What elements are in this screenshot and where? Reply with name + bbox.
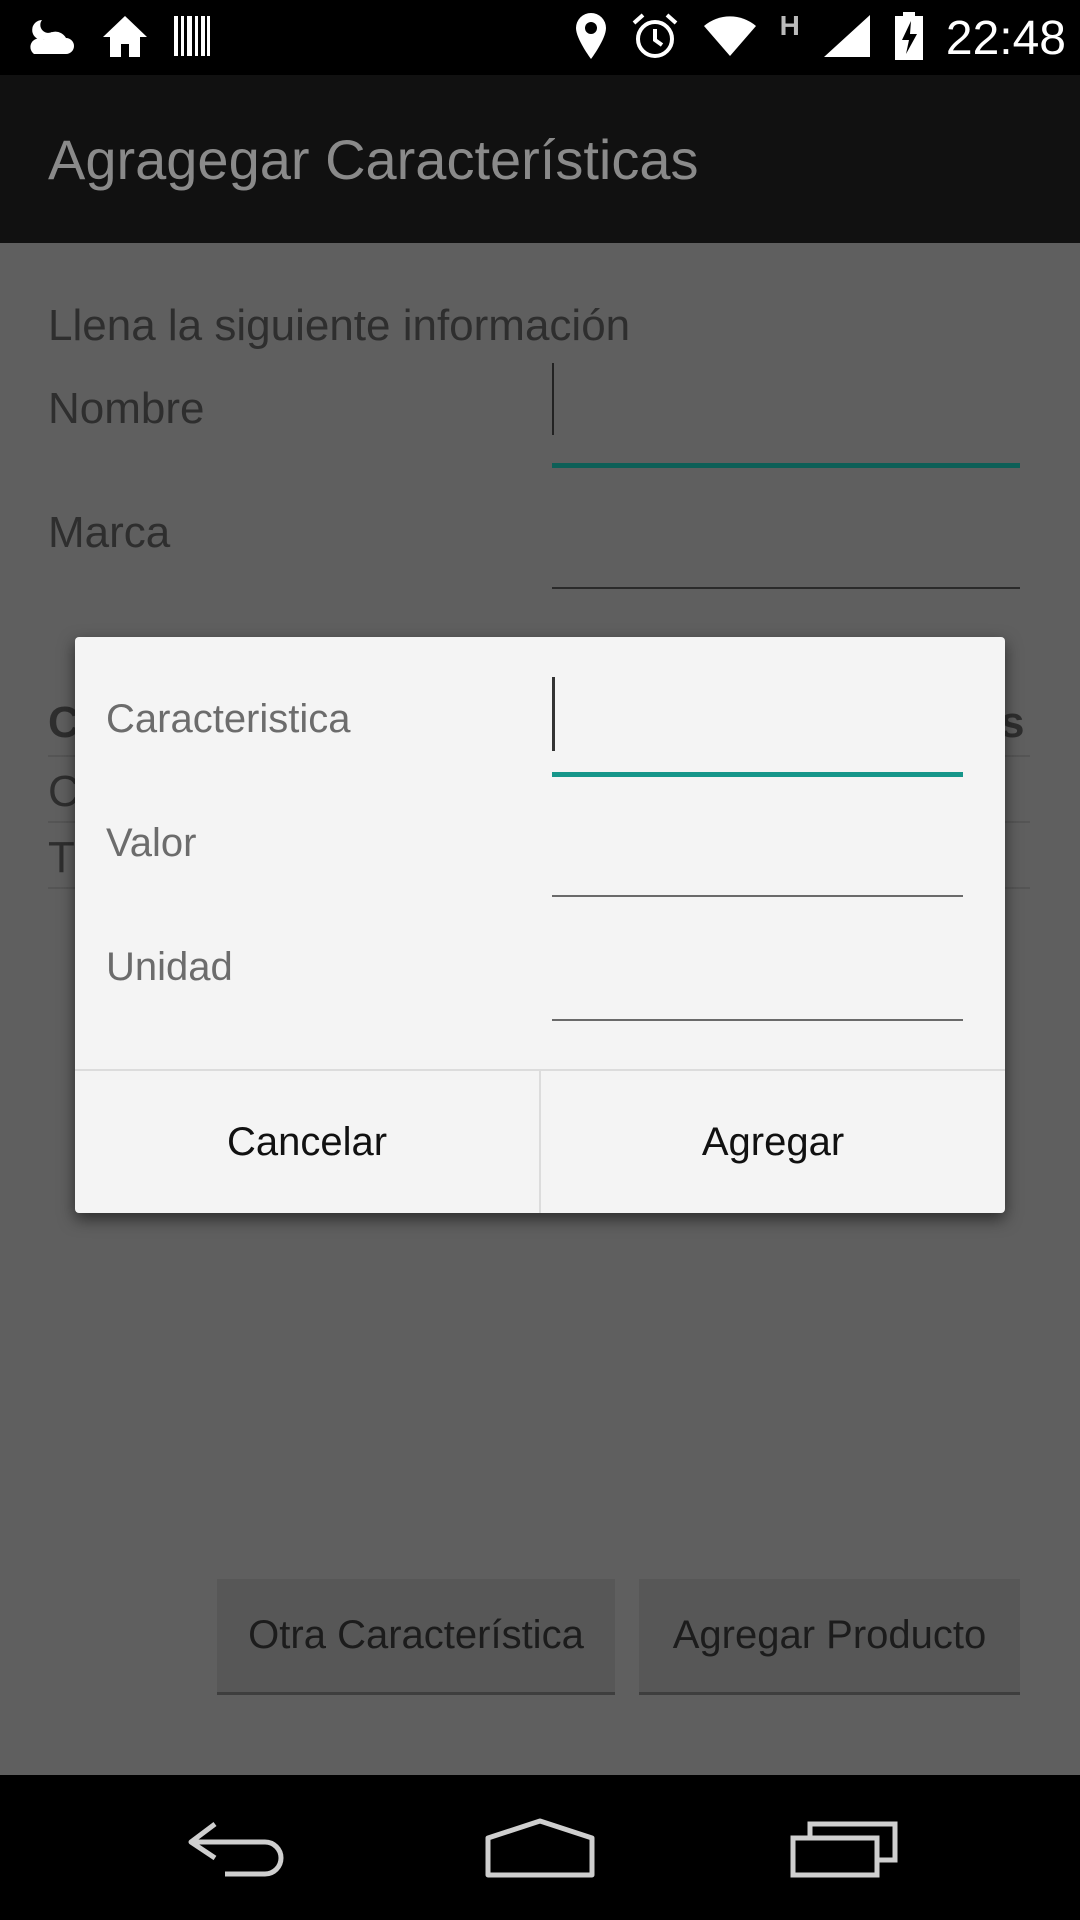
text-cursor	[552, 363, 554, 435]
brand-field-underline	[552, 587, 1020, 589]
weather-cloudy-night-icon	[24, 14, 78, 63]
add-product-button[interactable]: Agregar Producto	[639, 1579, 1020, 1695]
form-heading: Llena la siguiente información	[48, 301, 631, 350]
wifi-icon	[702, 14, 758, 63]
other-feature-button[interactable]: Otra Característica	[217, 1579, 615, 1695]
network-type: H	[779, 10, 800, 41]
status-bar: H 22:48	[0, 0, 1080, 75]
location-pin-icon	[574, 11, 608, 66]
unit-input-underline	[552, 1019, 963, 1021]
page-title: Agragegar Características	[48, 128, 699, 191]
value-label: Valor	[106, 821, 197, 865]
recent-apps-icon[interactable]	[745, 1775, 945, 1920]
status-bar-right: H 22:48	[574, 8, 1066, 68]
navigation-bar	[0, 1775, 1080, 1920]
name-field-underline	[552, 463, 1020, 468]
value-input-underline	[552, 895, 963, 897]
add-feature-dialog: Caracteristica Valor Unidad Cancelar Agr…	[75, 637, 1005, 1213]
alarm-icon	[630, 11, 680, 66]
unit-label: Unidad	[106, 945, 233, 989]
home-nav-icon[interactable]	[440, 1775, 640, 1920]
table-cell-fragment: T	[48, 833, 75, 882]
name-label: Nombre	[48, 384, 205, 433]
back-icon[interactable]	[140, 1775, 340, 1920]
clock: 22:48	[945, 11, 1066, 65]
value-input[interactable]	[552, 805, 963, 875]
brand-label: Marca	[48, 508, 171, 557]
text-cursor	[552, 677, 555, 751]
name-field[interactable]	[552, 363, 1020, 463]
barcode-icon	[172, 13, 212, 64]
feature-input-underline	[552, 772, 963, 777]
feature-input[interactable]	[552, 675, 963, 745]
feature-label: Caracteristica	[106, 697, 351, 741]
signal-icon	[822, 13, 872, 64]
cancel-button[interactable]: Cancelar	[75, 1071, 539, 1213]
status-bar-left	[24, 10, 212, 66]
battery-charging-icon	[894, 11, 924, 66]
brand-field[interactable]	[552, 493, 1020, 583]
app-bar: Agragegar Características	[0, 75, 1080, 243]
unit-input[interactable]	[552, 929, 963, 999]
home-icon	[100, 13, 150, 64]
add-button[interactable]: Agregar	[541, 1071, 1005, 1213]
